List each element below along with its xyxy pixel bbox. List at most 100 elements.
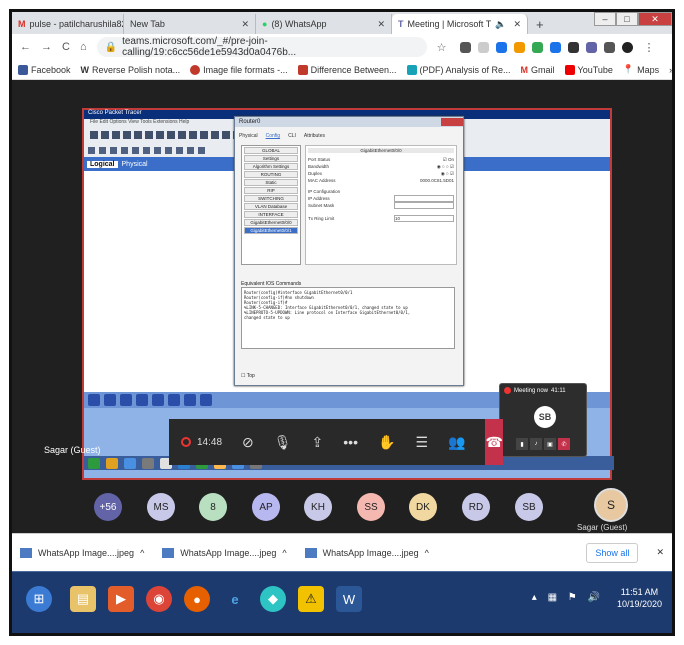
teams-app-icon[interactable]: ◆ [260,586,286,612]
ip-address-input[interactable] [394,195,454,202]
back-icon[interactable]: ← [20,41,31,53]
tab-gmail[interactable]: M pulse - patilcharushila82@ ✕ [12,14,124,34]
bookmark-difference-between[interactable]: Difference Between... [297,64,397,75]
share-screen-icon[interactable]: ⇪ [312,434,324,451]
tab-config[interactable]: Config [266,133,280,139]
warning-icon[interactable]: ⚠ [298,586,324,612]
config-nav-item[interactable]: GLOBAL [244,147,298,154]
clock[interactable]: 11:51 AM 10/19/2020 [617,586,662,610]
chevron-up-icon[interactable]: ^ [425,548,429,558]
bookmark-maps[interactable]: 📍 Maps [623,64,659,75]
mic-icon[interactable]: ♪ [530,438,542,450]
config-nav-item[interactable]: VLAN Database [244,203,298,210]
close-icon[interactable]: ✕ [377,19,385,30]
home-icon[interactable]: ⌂ [80,41,87,53]
minimize-button[interactable]: – [594,12,616,26]
download-item[interactable]: WhatsApp Image....jpeg ^ [162,547,287,558]
file-explorer-icon[interactable]: ▤ [70,586,96,612]
extension-icon[interactable] [550,41,562,53]
config-nav-item[interactable]: Algorithm Settings [244,163,298,170]
reload-icon[interactable]: C [62,41,70,53]
participant-avatar[interactable]: SB [515,493,543,521]
close-icon[interactable]: ✕ [241,19,249,30]
tab-whatsapp[interactable]: ● (8) WhatsApp ✕ [256,14,392,34]
bookmark-pdf-analysis[interactable]: (PDF) Analysis of Re... [406,64,511,75]
bookmark-gmail[interactable]: M Gmail [521,65,555,75]
duplex-options[interactable]: ◉ ○ ☑ [441,171,454,177]
window-close-button[interactable]: ✕ [638,12,672,26]
chat-icon[interactable]: ☰ [415,434,428,451]
more-bookmarks-icon[interactable]: » [669,65,672,75]
tab-teams-meeting[interactable]: T Meeting | Microsoft T 🔈 ✕ [392,14,528,34]
router-dialog-close-button[interactable] [441,118,463,126]
extension-icon[interactable] [460,41,472,53]
top-checkbox[interactable]: ☐ Top [241,373,255,379]
mic-off-icon[interactable]: 🎙 [274,434,292,451]
extension-icon[interactable] [478,41,490,53]
close-icon[interactable]: ✕ [656,547,664,558]
config-nav-item[interactable]: RIP [244,187,298,194]
tab-attributes[interactable]: Attributes [304,133,325,139]
show-all-button[interactable]: Show all [586,542,639,563]
system-tray[interactable]: ▴ ▦ ⚑ 🔊 [532,592,604,603]
config-nav-item-selected[interactable]: GigabitEthernet0/0/1 [244,227,298,234]
star-icon[interactable]: ☆ [437,41,447,54]
media-player-icon[interactable]: ▶ [108,586,134,612]
subnet-mask-input[interactable] [394,202,454,209]
maximize-button[interactable]: □ [616,12,638,26]
forward-icon[interactable]: → [41,41,52,53]
config-nav-item[interactable]: ROUTING [244,171,298,178]
raise-hand-icon[interactable]: ✋ [378,434,395,451]
internet-explorer-icon[interactable]: e [222,586,248,612]
bookmark-image-formats[interactable]: Image file formats -... [190,64,288,75]
config-nav-item[interactable]: Static [244,179,298,186]
chrome-icon[interactable]: ◉ [146,586,172,612]
download-item[interactable]: WhatsApp Image....jpeg ^ [20,547,144,558]
logical-tab[interactable]: Logical [87,160,118,168]
share-icon[interactable]: ▣ [544,438,556,450]
download-item[interactable]: WhatsApp Image....jpeg ^ [304,547,429,558]
word-icon[interactable]: W [336,586,362,612]
participants-icon[interactable]: 👥 [448,434,465,451]
url-field[interactable]: 🔒 teams.microsoft.com/_#/pre-join-callin… [96,36,427,58]
config-nav-item[interactable]: GigabitEthernet0/0/0 [244,219,298,226]
port-status-checkbox[interactable]: ☑ On [443,157,454,163]
config-nav-item[interactable]: SWITCHING [244,195,298,202]
active-speaker-avatar[interactable]: S [594,488,628,522]
bookmark-facebook[interactable]: Facebook [18,64,71,75]
participant-avatar[interactable]: KH [304,493,332,521]
config-nav-item[interactable]: INTERFACE [244,211,298,218]
extension-icon[interactable] [568,41,580,53]
close-icon[interactable]: ✕ [513,19,521,30]
chevron-up-icon[interactable]: ^ [140,548,144,558]
hang-up-button[interactable]: ✆ [558,438,570,450]
extension-icon[interactable] [586,41,598,53]
extension-icon[interactable] [496,41,508,53]
camera-icon[interactable]: ▮ [516,438,528,450]
new-tab-button[interactable]: + [528,14,552,34]
participant-avatar[interactable]: AP [252,493,280,521]
participant-avatar[interactable]: 8 [199,493,227,521]
tab-cli[interactable]: CLI [288,133,296,139]
more-options-icon[interactable]: ••• [343,434,358,450]
participant-avatar[interactable]: DK [409,493,437,521]
start-button[interactable]: ⊞ [26,586,52,612]
menu-icon[interactable]: ⋮ [643,41,654,54]
participant-avatar[interactable]: RD [462,493,490,521]
physical-tab[interactable]: Physical [122,161,148,168]
extension-icon[interactable] [532,41,544,53]
bookmark-youtube[interactable]: YouTube [564,64,613,75]
bookmark-reverse-polish[interactable]: W Reverse Polish nota... [81,65,181,75]
camera-off-icon[interactable]: ⊘ [242,434,254,451]
tab-physical[interactable]: Physical [239,133,258,139]
participant-overflow-avatar[interactable]: +56 [94,493,122,521]
tab-new-tab[interactable]: New Tab ✕ [124,14,256,34]
config-nav-item[interactable]: Settings [244,155,298,162]
puzzle-icon[interactable] [604,41,616,53]
participant-avatar[interactable]: SS [357,493,385,521]
meeting-now-window[interactable]: Meeting now 41:11 SB ▮ ♪ ▣ ✆ [499,383,587,457]
chevron-up-icon[interactable]: ^ [282,548,286,558]
hang-up-button[interactable]: ☎ [485,419,503,465]
bandwidth-options[interactable]: ◉ ○ ○ ☑ [437,164,454,170]
firefox-icon[interactable]: ● [184,586,210,612]
